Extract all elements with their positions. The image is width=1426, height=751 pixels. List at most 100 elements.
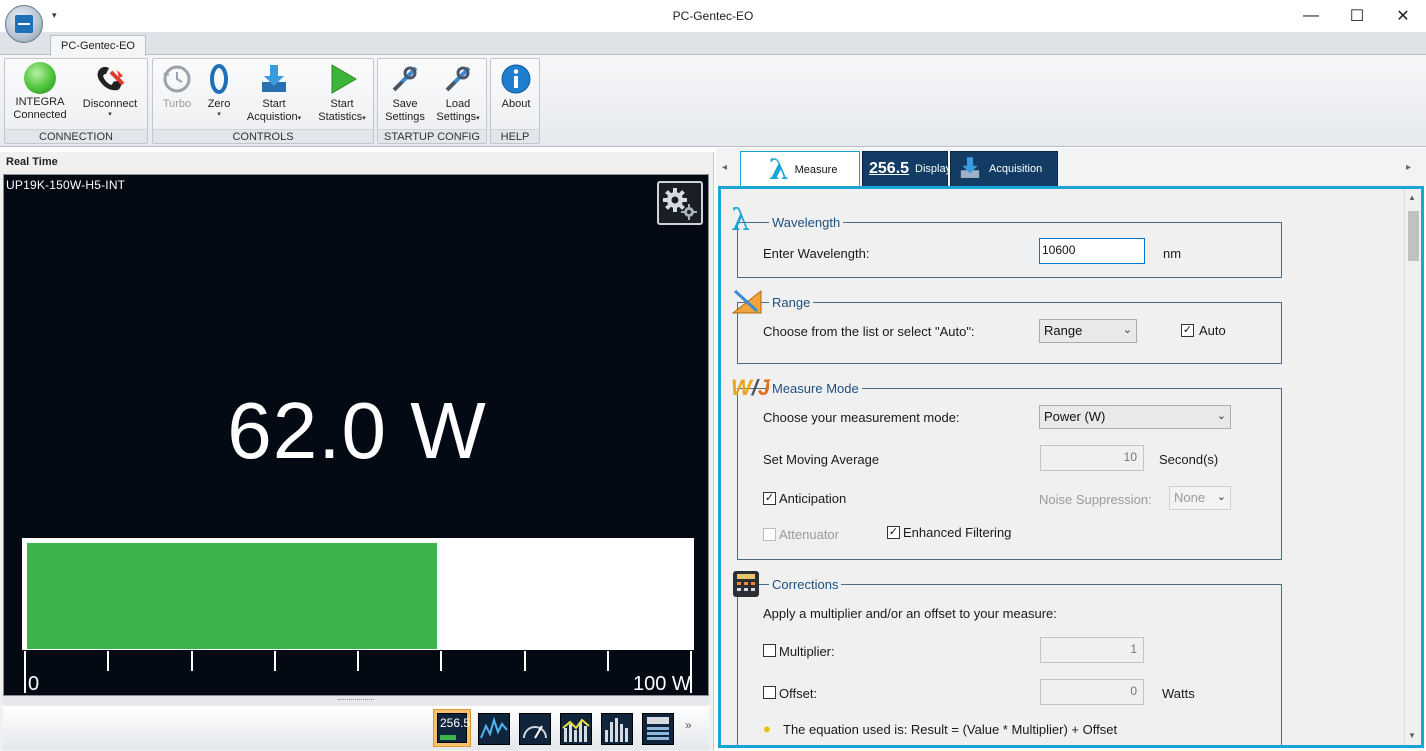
connected-led-icon: [24, 62, 56, 94]
scale-tick: [357, 651, 359, 671]
corrections-legend: Corrections: [769, 577, 842, 592]
needle-gauge-icon: [519, 713, 551, 745]
power-reading: 62.0 W: [227, 386, 487, 475]
display-settings-button[interactable]: [657, 181, 703, 225]
integra-connected-button[interactable]: INTEGRA Connected: [7, 62, 73, 128]
offset-input[interactable]: 0: [1040, 679, 1144, 705]
scale-max-label: 100 W: [633, 673, 691, 695]
measurement-mode-select[interactable]: Power (W) ⌄: [1039, 405, 1231, 429]
scale-tick: [523, 651, 526, 671]
enhanced-filtering-checkbox[interactable]: ✓: [887, 526, 900, 539]
view-selector-bar: 256.5 »: [3, 706, 709, 750]
tab-display[interactable]: 256.5 Display: [862, 151, 952, 187]
noise-suppression-select[interactable]: None ⌄: [1169, 486, 1231, 510]
about-button[interactable]: About: [493, 62, 539, 128]
offset-label: Offset:: [779, 686, 818, 701]
range-select-value: Range: [1044, 323, 1083, 338]
tab-acquisition[interactable]: Acquisition: [950, 151, 1058, 187]
tab-scroll-left-icon[interactable]: ◂: [722, 162, 727, 173]
numeric-view-button[interactable]: 256.5: [433, 709, 471, 747]
more-views-chevron[interactable]: »: [685, 718, 692, 732]
title-bar: ▾ PC-Gentec-EO — ☐ ✕: [0, 0, 1426, 32]
start-statistics-label-2: Statistics▾: [318, 111, 366, 124]
range-label: Choose from the list or select "Auto":: [763, 324, 975, 339]
attenuator-checkbox[interactable]: [763, 528, 776, 541]
bar-chart-icon: [601, 713, 633, 745]
application-menu-button[interactable]: [5, 5, 43, 43]
download-acquisition-icon: [257, 62, 291, 96]
start-statistics-text: Statistics: [318, 111, 363, 123]
histogram-view-button[interactable]: [556, 709, 594, 747]
acquisition-download-icon: [957, 155, 983, 184]
info-icon: [499, 62, 533, 96]
splitter-grip: [338, 699, 374, 702]
measurement-mode-value: Power (W): [1044, 409, 1106, 424]
scale-min-label: 0: [28, 673, 40, 695]
corrections-intro: Apply a multiplier and/or an offset to y…: [763, 606, 1057, 621]
disconnect-dropdown-icon: ▾: [108, 111, 112, 118]
load-settings-label-2: Settings▾: [436, 111, 479, 124]
wavelength-input[interactable]: 10600: [1039, 238, 1145, 264]
scroll-down-icon[interactable]: ▼: [1408, 731, 1416, 740]
measure-mode-wj-icon: W/J: [731, 375, 771, 400]
zero-button[interactable]: Zero ▾: [199, 62, 239, 128]
measurement-display: UP19K-150W-H5-INT 62.0 W 0 100 W: [3, 174, 709, 696]
start-statistics-button[interactable]: Start Statistics▾: [311, 62, 373, 128]
settings-scrollbar[interactable]: ▲ ▼: [1404, 189, 1421, 745]
moving-average-input[interactable]: 10: [1040, 445, 1144, 471]
close-button[interactable]: ✕: [1380, 0, 1426, 32]
panel-splitter[interactable]: [3, 696, 709, 706]
load-settings-text: Settings: [436, 111, 477, 123]
load-settings-button[interactable]: Load Settings▾: [430, 62, 486, 128]
offset-checkbox[interactable]: [763, 686, 776, 699]
save-settings-button[interactable]: Save Settings: [380, 62, 430, 128]
tab-measure[interactable]: λ Measure: [740, 151, 860, 187]
range-ruler-icon: [731, 287, 763, 317]
tab-display-label: Display: [915, 163, 952, 175]
connection-group: INTEGRA Connected Disconnect ▾ CONNECTIO…: [4, 58, 148, 144]
line-graph-view-button[interactable]: [474, 709, 512, 747]
tab-scroll-right-icon[interactable]: ▸: [1406, 162, 1411, 173]
scale-tick: [440, 651, 443, 671]
auto-checkbox[interactable]: ✓: [1181, 324, 1194, 337]
real-time-label: Real Time: [6, 156, 58, 168]
noise-suppression-chevron-icon: ⌄: [1216, 491, 1226, 503]
bar-view-button[interactable]: [597, 709, 635, 747]
display-value-icon: 256.5: [869, 160, 910, 177]
gears-icon: [663, 188, 697, 220]
noise-suppression-value: None: [1174, 490, 1206, 505]
needle-view-button[interactable]: [515, 709, 553, 747]
window-title: PC-Gentec-EO: [672, 9, 754, 23]
anticipation-label: Anticipation: [779, 491, 847, 506]
scroll-up-icon[interactable]: ▲: [1408, 193, 1416, 202]
wavelength-legend: Wavelength: [769, 215, 844, 230]
offset-unit: Watts: [1162, 686, 1195, 701]
moving-average-unit: Second(s): [1159, 452, 1219, 467]
multiplier-checkbox[interactable]: [763, 644, 776, 657]
multiplier-input[interactable]: 1: [1040, 637, 1144, 663]
controls-group-label: CONTROLS: [153, 129, 373, 143]
statistics-view-button[interactable]: [638, 709, 676, 747]
scroll-thumb[interactable]: [1408, 211, 1419, 261]
startup-config-group-label: STARTUP CONFIG: [378, 129, 486, 143]
statistics-icon: [642, 713, 674, 745]
maximize-button[interactable]: ☐: [1334, 0, 1380, 32]
startup-config-group: Save Settings Load Settings▾ STARTUP CON…: [377, 58, 487, 144]
start-acquisition-label-2: Acquistion▾: [247, 111, 301, 124]
range-select[interactable]: Range ⌄: [1039, 319, 1137, 343]
corrections-calculator-icon: [731, 569, 763, 599]
disconnect-button[interactable]: Disconnect ▾: [75, 62, 145, 128]
disconnect-label: Disconnect: [82, 98, 138, 110]
tab-acquisition-label: Acquisition: [989, 163, 1043, 175]
save-settings-label-1: Save: [392, 98, 418, 110]
noise-suppression-label: Noise Suppression:: [1039, 492, 1152, 507]
turbo-button[interactable]: Turbo: [155, 62, 199, 128]
anticipation-checkbox[interactable]: ✓: [763, 492, 776, 505]
start-acquisition-button[interactable]: Start Acquistion▾: [239, 62, 309, 128]
tab-measure-label: Measure: [794, 163, 838, 176]
minimize-button[interactable]: —: [1288, 0, 1334, 32]
ribbon-tab-pc-gentec-eo[interactable]: PC-Gentec-EO: [50, 35, 146, 56]
zero-label: Zero: [207, 98, 231, 110]
scale-tick: [107, 651, 110, 671]
lambda-icon: λ: [769, 153, 789, 186]
